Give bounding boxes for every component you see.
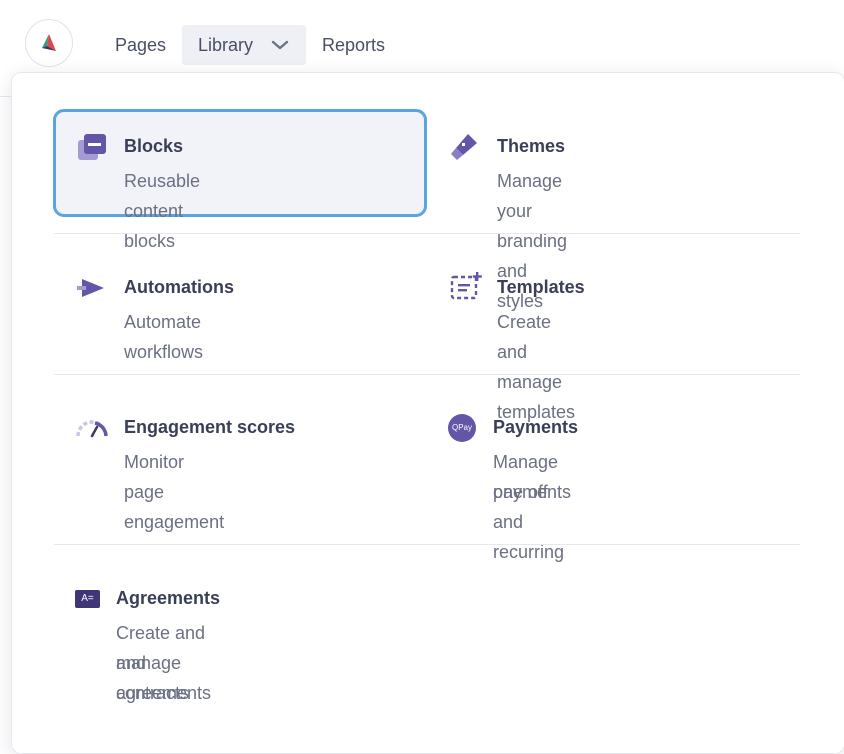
menu-item-title: Templates (497, 277, 585, 297)
menu-item-desc-line2: and contracts (116, 653, 190, 703)
menu-item-title: Automations (124, 277, 234, 297)
qpay-badge-text: QPay (451, 423, 472, 432)
qpay-icon: QPay (448, 414, 476, 442)
menu-item-title: Blocks (124, 136, 184, 156)
chevron-down-icon (271, 40, 289, 50)
nav-library-label: Library (198, 35, 254, 55)
app-logo[interactable] (25, 19, 73, 67)
agreement-badge-text: A= (81, 593, 94, 604)
menu-item-title: Agreements (116, 588, 221, 608)
nav-reports[interactable]: Reports (322, 25, 385, 65)
menu-item-desc: Manage one off and recurring (493, 452, 565, 562)
menu-item-desc: Create and manage templates (497, 312, 576, 422)
divider (54, 544, 800, 545)
automation-icon (77, 279, 104, 297)
menu-item-title: Engagement scores (124, 417, 296, 437)
logo-icon (42, 34, 56, 51)
divider (54, 233, 800, 234)
menu-item-desc: Automate workflows (124, 312, 204, 362)
menu-item-title: Payments (493, 417, 579, 437)
menu-item-desc: Reusable content blocks (124, 171, 201, 251)
agreement-icon: A= (75, 590, 100, 608)
menu-item-blocks-highlight[interactable] (53, 109, 427, 217)
blocks-icon (78, 134, 106, 160)
divider (54, 374, 800, 375)
gauge-icon (76, 420, 108, 438)
paintbrush-icon (451, 134, 477, 160)
menu-item-desc: Monitor page engagement (124, 452, 225, 532)
menu-item-desc-line2: payments (493, 482, 572, 502)
nav-library[interactable]: Library (182, 25, 306, 65)
template-icon (450, 272, 482, 300)
nav-pages[interactable]: Pages (115, 25, 166, 65)
menu-item-title: Themes (497, 136, 566, 156)
